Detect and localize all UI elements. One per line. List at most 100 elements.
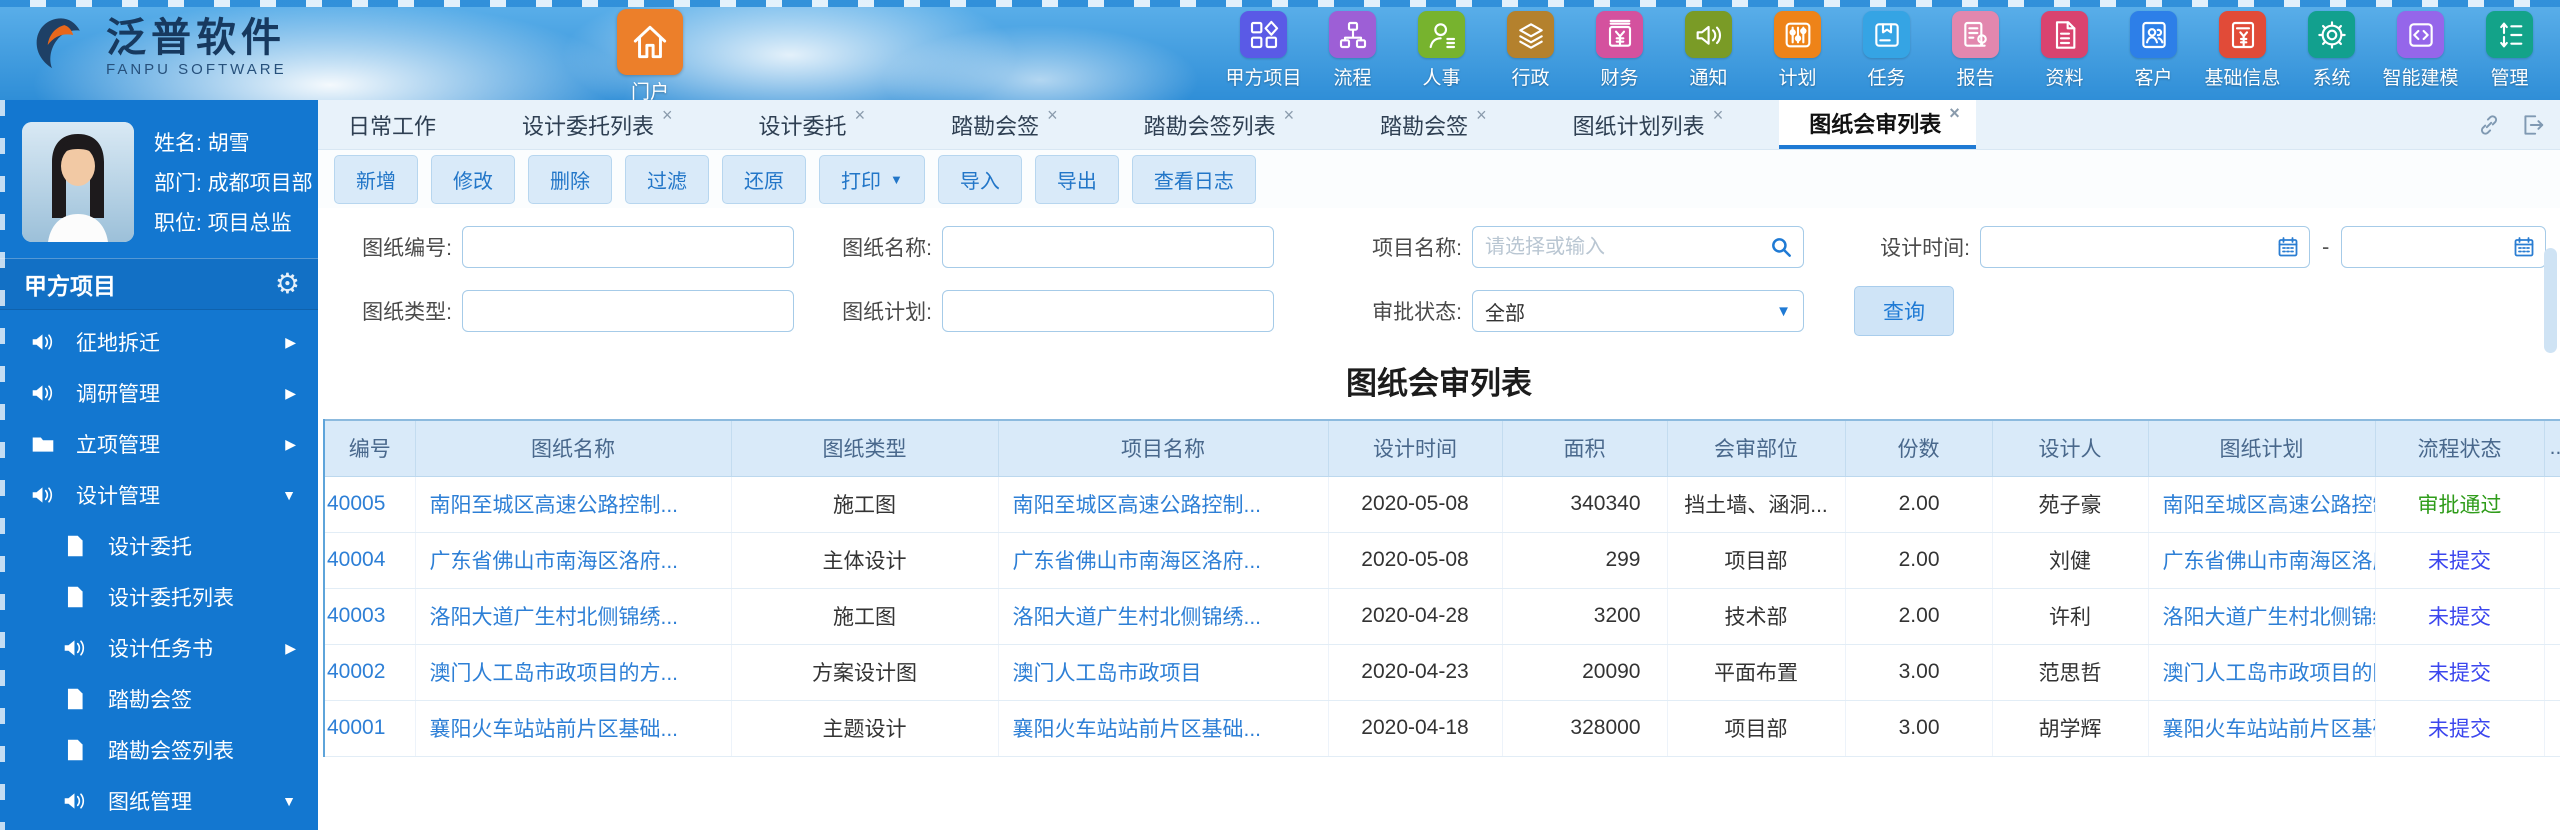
tab-设计委托[interactable]: 设计委托× [729, 100, 882, 149]
sidebar-item-图纸管理[interactable]: 图纸管理▼ [0, 775, 318, 826]
sidebar-item-调研管理[interactable]: 调研管理▶ [0, 367, 318, 418]
nav-item-document[interactable]: 资料 [2020, 11, 2109, 90]
calendar-icon[interactable] [2276, 235, 2300, 259]
project-name-input[interactable] [1472, 226, 1804, 268]
cell-drawing_name[interactable]: 襄阳火车站站前片区基础... [415, 700, 731, 756]
nav-item-portal[interactable]: 门户 [602, 9, 698, 100]
toolbar-button-新增[interactable]: 新增 [334, 155, 418, 204]
column-header-id[interactable]: 编号 [325, 420, 415, 476]
cell-project_name[interactable]: 澳门人工岛市政项目 [998, 644, 1328, 700]
table-row[interactable]: 40003洛阳大道广生村北侧锦绣...施工图洛阳大道广生村北侧锦绣...2020… [325, 588, 2560, 644]
cell-status[interactable]: 未提交 [2375, 700, 2544, 756]
cell-drawing_name[interactable]: 广东省佛山市南海区洛府... [415, 532, 731, 588]
table-row[interactable]: 40004广东省佛山市南海区洛府...主体设计广东省佛山市南海区洛府...202… [325, 532, 2560, 588]
cell-drawing_plan[interactable]: 南阳至城区高速公路控制... [2148, 476, 2375, 532]
drawing-type-input[interactable] [462, 290, 794, 332]
toolbar-button-导入[interactable]: 导入 [938, 155, 1022, 204]
calendar-icon[interactable] [2512, 235, 2536, 259]
tab-踏勘会签列表[interactable]: 踏勘会签列表× [1114, 100, 1311, 149]
table-row[interactable]: 40005南阳至城区高速公路控制...施工图南阳至城区高速公路控制...2020… [325, 476, 2560, 532]
sidebar-item-踏勘会签列表[interactable]: 踏勘会签列表 [0, 724, 318, 775]
cell-status[interactable]: 未提交 [2375, 532, 2544, 588]
cell-project_name[interactable]: 广东省佛山市南海区洛府... [998, 532, 1328, 588]
gear-icon[interactable]: ⚙ [275, 270, 300, 298]
nav-item-gear[interactable]: 系统 [2287, 11, 2376, 90]
nav-item-org-chart[interactable]: 流程 [1308, 11, 1397, 90]
cell-drawing_name[interactable]: 洛阳大道广生村北侧锦绣... [415, 588, 731, 644]
cell-project_name[interactable]: 襄阳火车站站前片区基础... [998, 700, 1328, 756]
toolbar-button-查看日志[interactable]: 查看日志 [1132, 155, 1256, 204]
sidebar-item-设计委托列表[interactable]: 设计委托列表 [0, 571, 318, 622]
column-header-copies[interactable]: 份数 [1845, 420, 1992, 476]
close-icon[interactable]: × [1284, 105, 1295, 126]
toolbar-button-修改[interactable]: 修改 [431, 155, 515, 204]
link-icon[interactable] [2476, 112, 2502, 138]
column-header-drawing_type[interactable]: 图纸类型 [731, 420, 998, 476]
drawing-plan-input[interactable] [942, 290, 1274, 332]
sidebar-item-设计管理[interactable]: 设计管理▼ [0, 469, 318, 520]
close-icon[interactable]: × [1949, 103, 1960, 124]
tab-踏勘会签[interactable]: 踏勘会签× [1350, 100, 1503, 149]
cell-id[interactable]: 40005 [325, 476, 415, 532]
drawing-no-input[interactable] [462, 226, 794, 268]
nav-item-doc-yen[interactable]: 基础信息 [2198, 11, 2287, 90]
column-header-status[interactable]: 流程状态 [2375, 420, 2544, 476]
column-header-project_name[interactable]: 项目名称 [998, 420, 1328, 476]
cell-status[interactable]: 审批通过 [2375, 476, 2544, 532]
cell-drawing_name[interactable]: 澳门人工岛市政项目的方... [415, 644, 731, 700]
cell-drawing_plan[interactable]: 洛阳大道广生村北侧锦绣... [2148, 588, 2375, 644]
cell-project_name[interactable]: 南阳至城区高速公路控制... [998, 476, 1328, 532]
tab-日常工作[interactable]: 日常工作 [318, 100, 452, 149]
column-header-designer[interactable]: 设计人 [1992, 420, 2148, 476]
table-row[interactable]: 40002澳门人工岛市政项目的方...方案设计图澳门人工岛市政项目2020-04… [325, 644, 2560, 700]
cell-id[interactable]: 40004 [325, 532, 415, 588]
nav-item-speaker[interactable]: 通知 [1664, 11, 1753, 90]
nav-item-package[interactable]: 任务 [1842, 11, 1931, 90]
nav-item-customer-card[interactable]: 客户 [2109, 11, 2198, 90]
close-icon[interactable]: × [1476, 105, 1487, 126]
tab-图纸会审列表[interactable]: 图纸会审列表× [1779, 100, 1976, 149]
tab-设计委托列表[interactable]: 设计委托列表× [492, 100, 689, 149]
nav-item-grid-diamond[interactable]: 甲方项目 [1219, 11, 1308, 90]
search-button[interactable]: 查询 [1854, 286, 1954, 336]
nav-item-layers[interactable]: 行政 [1486, 11, 1575, 90]
sidebar-item-征地拆迁[interactable]: 征地拆迁▶ [0, 316, 318, 367]
approval-status-select[interactable]: 全部 ▼ [1472, 290, 1804, 332]
tab-踏勘会签[interactable]: 踏勘会签× [921, 100, 1074, 149]
cell-drawing_plan[interactable]: 澳门人工岛市政项目的图... [2148, 644, 2375, 700]
cell-id[interactable]: 40002 [325, 644, 415, 700]
column-header-review_part[interactable]: 会审部位 [1667, 420, 1845, 476]
cell-drawing_plan[interactable]: 广东省佛山市南海区洛府... [2148, 532, 2375, 588]
drawing-name-input[interactable] [942, 226, 1274, 268]
toolbar-button-过滤[interactable]: 过滤 [625, 155, 709, 204]
nav-item-person[interactable]: 人事 [1397, 11, 1486, 90]
close-icon[interactable]: × [1713, 105, 1724, 126]
sidebar-item-设计任务书[interactable]: 设计任务书▶ [0, 622, 318, 673]
toolbar-button-还原[interactable]: 还原 [722, 155, 806, 204]
exit-icon[interactable] [2520, 112, 2546, 138]
sidebar-item-踏勘会签[interactable]: 踏勘会签 [0, 673, 318, 724]
close-icon[interactable]: × [1047, 105, 1058, 126]
column-header-design_date[interactable]: 设计时间 [1328, 420, 1502, 476]
toolbar-button-打印[interactable]: 打印▼ [819, 155, 925, 204]
vertical-scrollbar-thumb[interactable] [2544, 248, 2557, 353]
column-header-drawing_name[interactable]: 图纸名称 [415, 420, 731, 476]
cell-project_name[interactable]: 洛阳大道广生村北侧锦绣... [998, 588, 1328, 644]
column-header-area[interactable]: 面积 [1502, 420, 1667, 476]
design-time-start-input[interactable] [1980, 226, 2310, 268]
cell-drawing_name[interactable]: 南阳至城区高速公路控制... [415, 476, 731, 532]
column-header-stub[interactable]: .. [2544, 420, 2560, 476]
close-icon[interactable]: × [662, 105, 673, 126]
cell-status[interactable]: 未提交 [2375, 588, 2544, 644]
sidebar-item-立项管理[interactable]: 立项管理▶ [0, 418, 318, 469]
cell-id[interactable]: 40003 [325, 588, 415, 644]
search-icon[interactable] [1768, 234, 1794, 260]
cell-drawing_plan[interactable]: 襄阳火车站站前片区基础... [2148, 700, 2375, 756]
table-row[interactable]: 40001襄阳火车站站前片区基础...主题设计襄阳火车站站前片区基础...202… [325, 700, 2560, 756]
nav-item-yen-box[interactable]: 财务 [1575, 11, 1664, 90]
tab-图纸计划列表[interactable]: 图纸计划列表× [1543, 100, 1740, 149]
toolbar-button-导出[interactable]: 导出 [1035, 155, 1119, 204]
nav-item-code[interactable]: 智能建模 [2376, 11, 2465, 90]
nav-item-report-mic[interactable]: 报告 [1931, 11, 2020, 90]
close-icon[interactable]: × [855, 105, 866, 126]
